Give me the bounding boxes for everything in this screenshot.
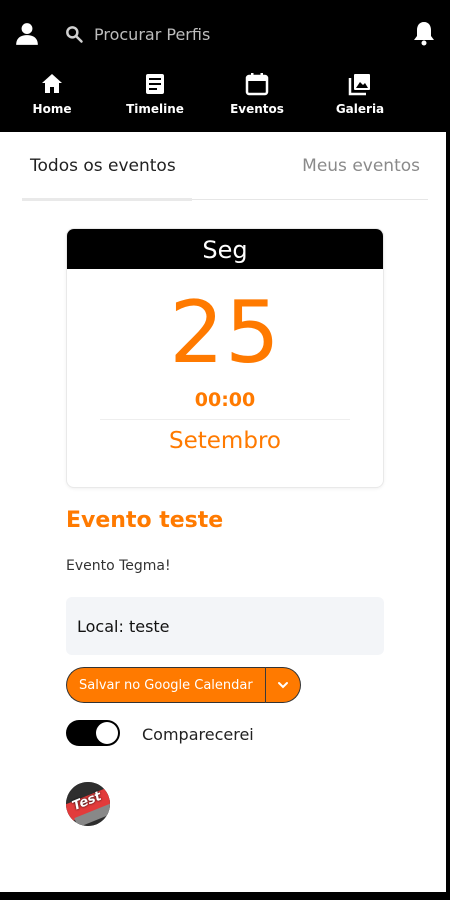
gallery-icon — [348, 74, 370, 96]
tab-my-events[interactable]: Meus eventos — [302, 132, 420, 200]
event-time: 00:00 — [194, 389, 256, 411]
event-tabs: Todos os eventos Meus eventos — [22, 132, 428, 201]
chevron-down-icon — [277, 682, 288, 689]
nav-item-home[interactable]: Home — [7, 72, 97, 126]
main-nav: Home Timeline Eventos Galeria — [0, 70, 450, 132]
active-tab-indicator — [22, 198, 192, 201]
nav-item-eventos[interactable]: Eventos — [212, 72, 302, 126]
nav-item-galeria[interactable]: Galeria — [315, 72, 405, 126]
nav-label-home: Home — [32, 102, 72, 116]
attend-toggle[interactable] — [66, 720, 120, 746]
bell-icon[interactable] — [412, 20, 436, 46]
event-date-card: Seg 25 00:00 Setembro — [66, 228, 384, 488]
attendee-avatar[interactable]: Test — [66, 782, 110, 826]
calendar-icon — [245, 73, 269, 96]
event-location-text: Local: teste — [77, 616, 170, 636]
tab-all-events[interactable]: Todos os eventos — [22, 132, 192, 200]
user-icon[interactable] — [14, 21, 40, 47]
card-divider — [100, 419, 350, 420]
timeline-icon — [146, 74, 164, 94]
main-content: Todos os eventos Meus eventos Seg 25 00:… — [0, 132, 446, 892]
google-calendar-dropdown-button[interactable] — [264, 667, 301, 703]
nav-label-timeline: Timeline — [126, 102, 184, 116]
event-day: 25 — [169, 283, 281, 383]
search-input[interactable] — [94, 24, 334, 44]
event-title: Evento teste — [66, 508, 224, 533]
search-bar — [64, 20, 364, 48]
nav-label-galeria: Galeria — [335, 102, 385, 116]
event-location: Local: teste — [66, 597, 384, 655]
attend-label: Comparecerei — [142, 725, 254, 744]
event-month: Setembro — [169, 428, 281, 454]
search-icon[interactable] — [64, 24, 84, 44]
nav-item-timeline[interactable]: Timeline — [110, 72, 200, 126]
event-description: Evento Tegma! — [66, 558, 171, 574]
event-weekday: Seg — [67, 229, 383, 269]
top-bar — [0, 0, 450, 70]
google-calendar-button-group: Salvar no Google Calendar — [66, 667, 301, 703]
home-icon — [42, 74, 62, 93]
save-google-calendar-button[interactable]: Salvar no Google Calendar — [66, 667, 265, 703]
app-window: Home Timeline Eventos — [0, 0, 450, 900]
nav-label-eventos: Eventos — [230, 102, 284, 116]
toggle-knob — [96, 722, 118, 744]
